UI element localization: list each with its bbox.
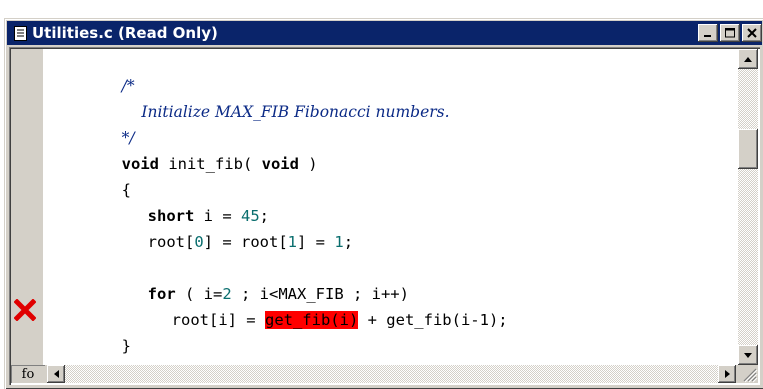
vertical-scrollbar[interactable] xyxy=(738,49,758,365)
brace-close: } xyxy=(121,337,131,355)
scroll-up-icon xyxy=(744,56,752,62)
function-selector[interactable]: fo xyxy=(11,365,45,383)
bottom-bar: fo xyxy=(11,365,758,383)
editor-client-area: /* Initialize MAX_FIB Fibonacci numbers.… xyxy=(9,47,760,385)
code-line-9: for ( i=2 ; i<MAX_FIB ; i++) xyxy=(73,258,409,303)
horizontal-scrollbar[interactable] xyxy=(47,365,736,383)
highlighted-call[interactable]: get_fib(i) xyxy=(264,311,359,329)
scroll-down-icon xyxy=(744,352,752,358)
code-line-3: */ xyxy=(47,102,135,147)
code-line-2: Initialize MAX_FIB Fibonacci numbers. xyxy=(47,76,449,121)
scroll-down-button[interactable] xyxy=(738,345,758,365)
number-literal: 1 xyxy=(287,233,298,251)
number-literal: 0 xyxy=(194,233,204,251)
scroll-right-button[interactable] xyxy=(718,365,736,383)
window-title: Utilities.c (Read Only) xyxy=(32,24,218,42)
code-text: root[i] = xyxy=(171,311,265,329)
scroll-right-icon xyxy=(724,370,730,378)
number-literal: 1 xyxy=(334,233,344,251)
code-line-4: void init_fib( void ) xyxy=(47,128,318,173)
maximize-icon xyxy=(724,28,735,38)
scroll-left-button[interactable] xyxy=(47,365,65,383)
code-text: + get_fib(i-1); xyxy=(358,311,508,329)
code-line-11: } xyxy=(47,310,131,355)
code-text: ] = root[ xyxy=(203,233,288,251)
paren-close: ) xyxy=(298,155,318,173)
keyword-void-param: void xyxy=(261,155,299,173)
code-line-6: short i = 45; xyxy=(73,180,269,225)
editor-window: Utilities.c (Read Only) /* Initialize MA… xyxy=(4,18,763,389)
code-line-10: root[i] = get_fib(i) + get_fib(i-1); xyxy=(97,284,508,329)
minimize-button[interactable] xyxy=(698,24,718,42)
resize-grip-icon[interactable] xyxy=(738,365,758,383)
function-name: init_fib( xyxy=(158,155,262,173)
scroll-thumb[interactable] xyxy=(738,129,758,169)
scroll-left-icon xyxy=(53,370,59,378)
code-text: root[ xyxy=(147,233,195,251)
comment-text: Initialize MAX_FIB Fibonacci numbers. xyxy=(121,103,450,121)
code-text: ] = xyxy=(297,233,335,251)
close-icon xyxy=(747,28,757,38)
function-selector-label: fo xyxy=(21,366,35,382)
code-view[interactable]: /* Initialize MAX_FIB Fibonacci numbers.… xyxy=(43,49,738,365)
semicolon: ; xyxy=(343,233,354,251)
error-x-icon[interactable] xyxy=(14,299,36,321)
code-line-5: { xyxy=(47,154,131,199)
close-button[interactable] xyxy=(742,24,762,42)
document-icon xyxy=(13,25,27,41)
scroll-up-button[interactable] xyxy=(738,49,758,69)
code-line-7: root[0] = root[1] = 1; xyxy=(73,206,353,251)
title-bar[interactable]: Utilities.c (Read Only) xyxy=(7,21,762,45)
code-line-1: /* xyxy=(47,50,135,95)
maximize-button[interactable] xyxy=(720,24,740,42)
minimize-icon xyxy=(704,35,711,37)
